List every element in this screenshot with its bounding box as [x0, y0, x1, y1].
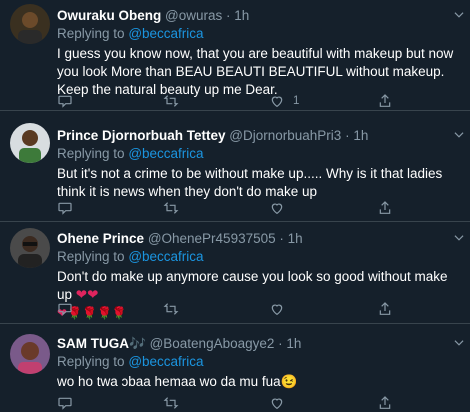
- reply-icon: [58, 202, 72, 215]
- timestamp[interactable]: 1h: [353, 128, 368, 143]
- caret-down-icon: [454, 235, 464, 241]
- tweet[interactable]: SAM TUGA🎶 @BoatengAboagye2 · 1h Replying…: [0, 325, 470, 412]
- replying-to: Replying to @beccafrica: [57, 353, 462, 371]
- share-button[interactable]: [377, 92, 393, 110]
- user-handle[interactable]: @DjornorbuahPri3: [229, 128, 341, 143]
- wink-emoji: 😉: [280, 374, 298, 389]
- tweet-body: Owuraku Obeng @owuras · 1h Replying to @…: [57, 7, 462, 99]
- replying-to-label: Replying to: [57, 146, 125, 161]
- timestamp[interactable]: 1h: [234, 8, 249, 23]
- mention-link[interactable]: @beccafrica: [128, 249, 203, 264]
- share-button[interactable]: [377, 199, 393, 217]
- reply-feed: Owuraku Obeng @owuras · 1h Replying to @…: [0, 0, 470, 412]
- replying-to: Replying to @beccafrica: [57, 248, 462, 266]
- like-button[interactable]: 1: [269, 92, 299, 110]
- reply-button[interactable]: [57, 394, 73, 412]
- like-icon: [271, 96, 283, 108]
- music-notes-emoji: 🎶: [129, 336, 146, 351]
- retweet-icon: [163, 95, 179, 107]
- share-icon: [379, 94, 391, 107]
- tweet[interactable]: Prince Djornorbuah Tettey @DjornorbuahPr…: [0, 112, 470, 222]
- tweet-body: Prince Djornorbuah Tettey @DjornorbuahPr…: [57, 127, 462, 201]
- mention-link[interactable]: @beccafrica: [128, 26, 203, 41]
- tweet-header: Owuraku Obeng @owuras · 1h: [57, 7, 462, 25]
- replying-to-label: Replying to: [57, 249, 125, 264]
- tweet-menu-button[interactable]: [452, 128, 466, 147]
- tweet-header: Prince Djornorbuah Tettey @DjornorbuahPr…: [57, 127, 462, 145]
- like-button[interactable]: [269, 394, 285, 412]
- display-name[interactable]: Owuraku Obeng: [57, 8, 161, 23]
- tweet-text: I guess you know now, that you are beaut…: [57, 46, 454, 97]
- avatar[interactable]: [10, 4, 50, 44]
- like-button[interactable]: [269, 300, 285, 318]
- replying-to-label: Replying to: [57, 26, 125, 41]
- tweet-actions: [57, 199, 391, 217]
- reply-icon: [58, 303, 72, 316]
- timestamp[interactable]: 1h: [286, 336, 301, 351]
- avatar[interactable]: [10, 334, 50, 374]
- retweet-button[interactable]: [162, 300, 180, 318]
- retweet-button[interactable]: [162, 199, 180, 217]
- tweet-actions: 1: [57, 92, 391, 110]
- separator-dot: ·: [226, 8, 231, 23]
- retweet-icon: [163, 202, 179, 214]
- caret-down-icon: [454, 340, 464, 346]
- tweet-text-content: Don't do make up anymore cause you look …: [57, 269, 448, 302]
- share-icon: [379, 396, 391, 409]
- tweet-header: Ohene Prince @OhenePr45937505 · 1h: [57, 230, 462, 248]
- like-icon: [271, 304, 283, 316]
- tweet-text-content: wo ho twa ɔbaa hemaa wo da mu fua: [57, 374, 281, 389]
- user-handle[interactable]: @BoatengAboagye2: [150, 336, 275, 351]
- avatar[interactable]: [10, 228, 50, 268]
- mention-link[interactable]: @beccafrica: [128, 354, 203, 369]
- tweet-menu-button[interactable]: [452, 336, 466, 355]
- share-button[interactable]: [377, 300, 393, 318]
- tweet-text: But it's not a crime to be without make …: [57, 166, 443, 199]
- tweet[interactable]: Ohene Prince @OhenePr45937505 · 1h Reply…: [0, 223, 470, 324]
- like-button[interactable]: [269, 199, 285, 217]
- caret-down-icon: [454, 132, 464, 138]
- tweet[interactable]: Owuraku Obeng @owuras · 1h Replying to @…: [0, 0, 470, 111]
- display-name[interactable]: Prince Djornorbuah Tettey: [57, 128, 226, 143]
- tweet-actions: [57, 300, 391, 318]
- tweet-actions: [57, 394, 391, 412]
- replying-to: Replying to @beccafrica: [57, 25, 462, 43]
- separator-dot: ·: [345, 128, 350, 143]
- like-count: 1: [293, 95, 300, 107]
- separator-dot: ·: [279, 231, 284, 246]
- separator-dot: ·: [278, 336, 283, 351]
- user-handle[interactable]: @OhenePr45937505: [148, 231, 276, 246]
- share-icon: [379, 201, 391, 214]
- avatar[interactable]: [10, 123, 50, 163]
- share-button[interactable]: [377, 394, 393, 412]
- tweet-menu-button[interactable]: [452, 8, 466, 27]
- reply-button[interactable]: [57, 199, 73, 217]
- tweet-menu-button[interactable]: [452, 231, 466, 250]
- tweet-body: SAM TUGA🎶 @BoatengAboagye2 · 1h Replying…: [57, 335, 462, 391]
- display-name-text: SAM TUGA: [57, 336, 129, 351]
- display-name[interactable]: Ohene Prince: [57, 231, 144, 246]
- share-icon: [379, 302, 391, 315]
- retweet-icon: [163, 303, 179, 315]
- mention-link[interactable]: @beccafrica: [128, 146, 203, 161]
- tweet-header: SAM TUGA🎶 @BoatengAboagye2 · 1h: [57, 335, 462, 353]
- display-name[interactable]: SAM TUGA🎶: [57, 336, 146, 351]
- replying-to-label: Replying to: [57, 354, 125, 369]
- user-handle[interactable]: @owuras: [165, 8, 222, 23]
- reply-icon: [58, 95, 72, 108]
- retweet-button[interactable]: [162, 92, 180, 110]
- timestamp[interactable]: 1h: [288, 231, 303, 246]
- retweet-icon: [163, 397, 179, 409]
- reply-button[interactable]: [57, 92, 73, 110]
- like-icon: [271, 203, 283, 215]
- retweet-button[interactable]: [162, 394, 180, 412]
- replying-to: Replying to @beccafrica: [57, 145, 462, 163]
- like-icon: [271, 398, 283, 410]
- reply-icon: [58, 397, 72, 410]
- tweet-text: wo ho twa ɔbaa hemaa wo da mu fua😉: [57, 373, 462, 391]
- caret-down-icon: [454, 12, 464, 18]
- reply-button[interactable]: [57, 300, 73, 318]
